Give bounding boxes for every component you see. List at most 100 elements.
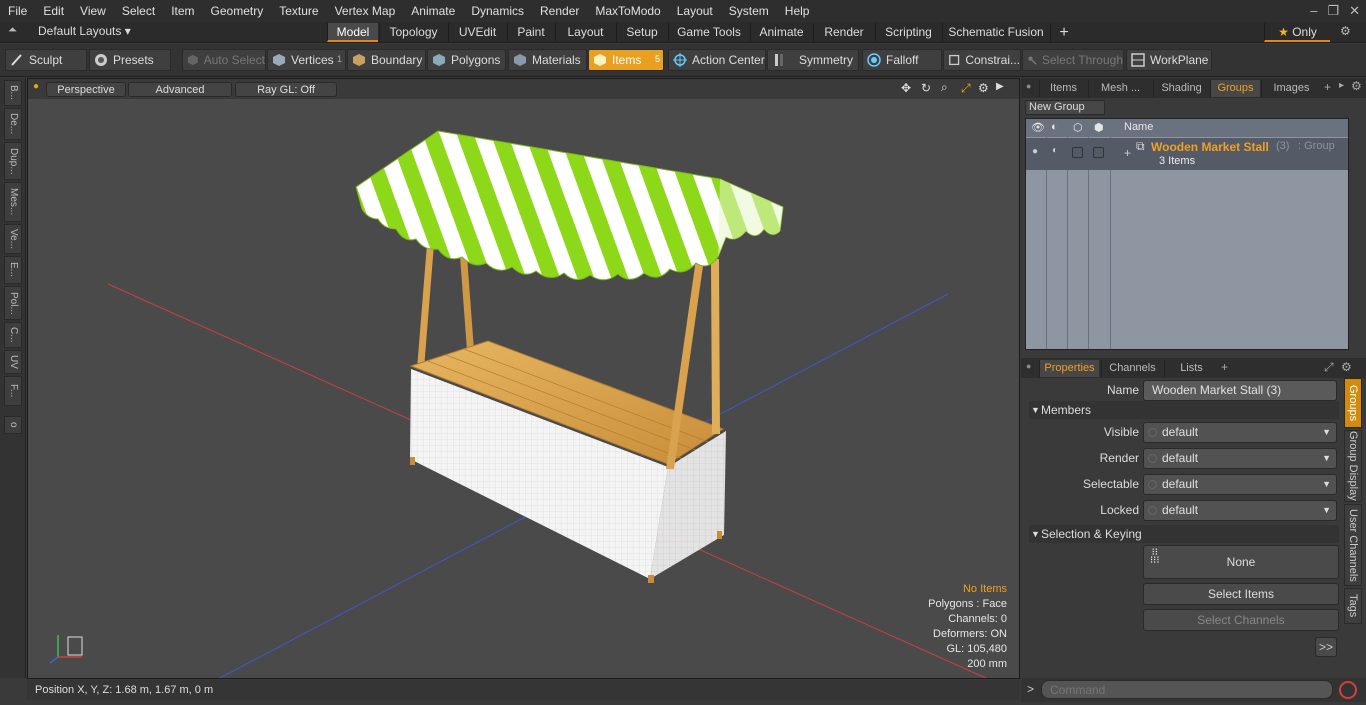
menu-animate[interactable]: Animate xyxy=(403,0,463,22)
menu-system[interactable]: System xyxy=(721,0,777,22)
menu-render[interactable]: Render xyxy=(532,0,587,22)
vertices-button[interactable]: Vertices 1 xyxy=(267,49,346,71)
locked-dropdown[interactable]: default ▼ xyxy=(1143,500,1337,521)
lock-icon[interactable]: ⬢ xyxy=(1094,121,1104,134)
tab-model[interactable]: Model xyxy=(327,23,378,42)
selectable-icon[interactable]: ⬡ xyxy=(1073,121,1083,134)
3d-viewport[interactable]: ● Perspective Advanced Ray GL: Off ✥ ↻ ⌕… xyxy=(27,78,1020,679)
close-icon[interactable]: ✕ xyxy=(1349,0,1360,22)
side-tab-group-display[interactable]: Group Display xyxy=(1344,430,1362,502)
tab-mesh[interactable]: Mesh ... xyxy=(1088,80,1152,97)
selection-keying-section[interactable]: ▼ Selection & Keying xyxy=(1029,525,1339,543)
menu-view[interactable]: View xyxy=(72,0,114,22)
render-icon[interactable]: ◐ xyxy=(1051,121,1058,133)
tab-lists[interactable]: Lists xyxy=(1164,360,1218,377)
left-tab-uv[interactable]: UV xyxy=(4,350,22,374)
menu-edit[interactable]: Edit xyxy=(35,0,72,22)
panel-menu-arrow-icon[interactable]: ▸ xyxy=(1339,80,1344,91)
left-tab-vertex[interactable]: Ve... xyxy=(4,224,22,254)
selectable-dropdown[interactable]: default ▼ xyxy=(1143,474,1337,495)
tab-paint[interactable]: Paint xyxy=(507,23,554,42)
maximize-view-icon[interactable]: ⤢ xyxy=(961,81,971,96)
workplane-button[interactable]: WorkPlane xyxy=(1126,49,1212,71)
items-button[interactable]: Items 5 xyxy=(588,49,664,71)
viewport-scene[interactable] xyxy=(28,79,1020,679)
action-center-button[interactable]: Action Center xyxy=(668,49,766,71)
tab-animate[interactable]: Animate xyxy=(750,23,812,42)
tab-setup[interactable]: Setup xyxy=(616,23,667,42)
tab-game-tools[interactable]: Game Tools xyxy=(668,23,749,42)
left-tab-curve[interactable]: C... xyxy=(4,322,22,348)
group-list[interactable]: 👁 ◐ ⬡ ⬢ Name ● ◐ + ⧉ Wooden Market Stall… xyxy=(1025,118,1349,350)
menu-file[interactable]: File xyxy=(0,0,35,22)
zoom-view-icon[interactable]: ⌕ xyxy=(941,80,948,95)
layout-selector[interactable]: Default Layouts ▾ xyxy=(38,24,131,38)
move-view-icon[interactable]: ✥ xyxy=(901,81,911,95)
left-tab-duplicate[interactable]: Dup... xyxy=(4,142,22,180)
materials-button[interactable]: Materials xyxy=(508,49,587,71)
viewport-menu-dot-icon[interactable]: ● xyxy=(33,81,39,92)
props-menu-dot-icon[interactable]: ● xyxy=(1026,361,1031,371)
command-input[interactable] xyxy=(1041,680,1333,699)
row-selectable-checkbox[interactable] xyxy=(1072,147,1083,158)
sculpt-button[interactable]: Sculpt xyxy=(5,49,87,71)
perspective-button[interactable]: Perspective xyxy=(46,82,126,97)
left-tab-basic[interactable]: B... xyxy=(4,80,22,106)
tab-channels[interactable]: Channels xyxy=(1101,360,1163,377)
tab-uvedit[interactable]: UVEdit xyxy=(448,23,506,42)
only-toggle[interactable]: ★ Only xyxy=(1264,23,1330,42)
side-tab-tags[interactable]: Tags xyxy=(1344,588,1362,624)
add-tab-icon[interactable]: + xyxy=(1050,23,1077,42)
boundary-button[interactable]: Boundary xyxy=(347,49,426,71)
visible-dropdown[interactable]: default ▼ xyxy=(1143,422,1337,443)
select-items-button[interactable]: Select Items xyxy=(1143,583,1339,605)
menu-help[interactable]: Help xyxy=(777,0,818,22)
keying-none-button[interactable]: ⁝⁝ ⁝⁝⁝ None xyxy=(1143,545,1339,579)
render-dropdown[interactable]: default ▼ xyxy=(1143,448,1337,469)
viewport-expand-icon[interactable]: ▶ xyxy=(996,81,1004,92)
tab-scripting[interactable]: Scripting xyxy=(875,23,941,42)
menu-maxtomodo[interactable]: MaxToModo xyxy=(587,0,668,22)
menu-select[interactable]: Select xyxy=(114,0,163,22)
advanced-button[interactable]: Advanced xyxy=(128,82,232,97)
left-tab-edge[interactable]: E... xyxy=(4,256,22,284)
menu-vertex-map[interactable]: Vertex Map xyxy=(327,0,404,22)
menu-texture[interactable]: Texture xyxy=(271,0,326,22)
menu-geometry[interactable]: Geometry xyxy=(203,0,272,22)
rotate-view-icon[interactable]: ↻ xyxy=(921,81,931,95)
falloff-button[interactable]: Falloff xyxy=(862,49,942,71)
tab-items[interactable]: Items xyxy=(1039,80,1087,97)
select-channels-button[interactable]: Select Channels xyxy=(1143,609,1339,631)
row-eye-icon[interactable]: ● xyxy=(1032,146,1038,157)
tab-render[interactable]: Render xyxy=(813,23,874,42)
left-tab-fusion[interactable]: F... xyxy=(4,376,22,406)
left-tab-mesh[interactable]: Mes... xyxy=(4,182,22,222)
tab-groups[interactable]: Groups xyxy=(1210,80,1260,97)
props-expand-icon[interactable]: ⤢ xyxy=(1324,360,1334,375)
tab-shading[interactable]: Shading xyxy=(1153,80,1209,97)
more-button[interactable]: >> xyxy=(1315,637,1337,657)
add-props-tab-icon[interactable]: + xyxy=(1221,360,1228,374)
menu-layout[interactable]: Layout xyxy=(669,0,721,22)
tab-topology[interactable]: Topology xyxy=(379,23,447,42)
presets-button[interactable]: Presets xyxy=(89,49,171,71)
maximize-icon[interactable]: ❐ xyxy=(1327,0,1339,22)
polygons-button[interactable]: Polygons xyxy=(427,49,506,71)
auto-select-button[interactable]: Auto Select xyxy=(182,49,266,71)
tab-schematic-fusion[interactable]: Schematic Fusion xyxy=(942,23,1049,42)
row-lock-checkbox[interactable] xyxy=(1093,147,1104,158)
minimize-icon[interactable]: – xyxy=(1310,0,1317,22)
panel-gear-icon[interactable]: ⚙ xyxy=(1351,79,1362,93)
props-gear-icon[interactable]: ⚙ xyxy=(1341,360,1352,374)
members-section[interactable]: ▼ Members xyxy=(1029,401,1339,419)
symmetry-button[interactable]: Symmetry xyxy=(767,49,859,71)
menu-dynamics[interactable]: Dynamics xyxy=(463,0,532,22)
tab-properties[interactable]: Properties xyxy=(1039,360,1099,377)
side-tab-groups[interactable]: Groups xyxy=(1344,378,1362,428)
add-panel-tab-icon[interactable]: + xyxy=(1324,80,1331,94)
expand-plus-icon[interactable]: + xyxy=(1124,146,1131,160)
viewport-gear-icon[interactable]: ⚙ xyxy=(978,81,989,95)
layout-up-icon[interactable]: ⏶ xyxy=(8,24,17,37)
select-through-button[interactable]: Select Through xyxy=(1022,49,1124,71)
raygl-button[interactable]: Ray GL: Off xyxy=(235,82,337,97)
